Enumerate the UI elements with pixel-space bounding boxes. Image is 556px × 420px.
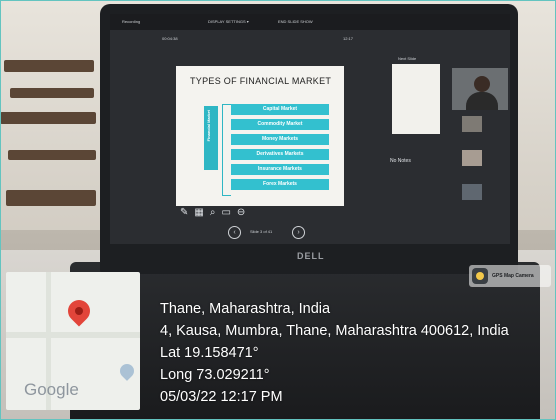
next-slide-button[interactable]: ›: [292, 226, 305, 239]
slide-bar: Money Markets: [231, 134, 329, 145]
desk-bench: [10, 88, 94, 98]
slide-tools: ✎ ▦ ⌕ ▭ ⊖: [180, 207, 251, 218]
dell-logo: DELL: [297, 251, 325, 261]
next-slide-label: Next Slide: [398, 56, 417, 61]
presenter-clock: 12:17: [343, 36, 354, 41]
next-slide-preview: [392, 64, 440, 134]
slide-bar: Forex Markets: [231, 179, 329, 190]
camera-app-name: GPS Map Camera: [492, 273, 534, 279]
pin-center: [73, 305, 85, 317]
geo-caption: Thane, Maharashtra, India 4, Kausa, Mumb…: [160, 298, 509, 408]
current-slide: TYPES OF FINANCIAL MARKET Financial Mark…: [176, 66, 344, 206]
participant-thumbnail[interactable]: [462, 116, 482, 132]
photo-scene: DELL Recording DISPLAY SETTINGS ▾ END SL…: [0, 0, 556, 420]
more-icon[interactable]: ⊖: [237, 207, 245, 218]
slide-bar: Insurance Markets: [231, 164, 329, 175]
participant-head: [474, 76, 490, 92]
pointer-icon[interactable]: ▦: [194, 207, 203, 218]
desk-bench: [8, 150, 96, 160]
display-settings-button[interactable]: DISPLAY SETTINGS ▾: [208, 19, 249, 24]
slide-side-label: Financial Market: [206, 110, 211, 142]
geo-longitude: Long 73.029211°: [160, 367, 270, 383]
video-feed: [452, 68, 508, 110]
laptop-screen: Recording DISPLAY SETTINGS ▾ END SLIDE S…: [110, 14, 510, 244]
geo-latitude: Lat 19.158471°: [160, 345, 259, 361]
camera-app-icon: [472, 268, 488, 284]
map-brand: Google: [24, 380, 79, 399]
slide-bar: Capital Market: [231, 104, 329, 115]
screen-icon[interactable]: ▭: [221, 207, 230, 218]
slide-navigation: ‹ Slide 3 of 41 ›: [228, 226, 306, 239]
slide-side-box: Financial Market: [204, 106, 218, 170]
slide-counter: Slide 3 of 41: [250, 229, 273, 234]
speaker-notes: No Notes: [390, 158, 411, 164]
slide-bar: Commodity Market: [231, 119, 329, 130]
participant-thumbnail[interactable]: [462, 150, 482, 166]
pen-icon[interactable]: ✎: [180, 207, 188, 218]
participant-thumbnail[interactable]: [462, 184, 482, 200]
geo-timestamp: 05/03/22 12:17 PM: [160, 389, 283, 405]
zoom-icon[interactable]: ⌕: [210, 207, 216, 218]
desk-bench: [6, 190, 96, 206]
slide-title: TYPES OF FINANCIAL MARKET: [190, 76, 332, 86]
location-pin-icon: [63, 295, 95, 327]
end-slideshow-button[interactable]: END SLIDE SHOW: [278, 19, 313, 24]
participant-body: [466, 92, 498, 110]
secondary-pin-icon: [117, 361, 137, 381]
desk-bench: [0, 112, 96, 124]
camera-app-badge: GPS Map Camera: [469, 265, 551, 287]
map-thumbnail: Google: [6, 272, 140, 410]
previous-slide-button[interactable]: ‹: [228, 226, 241, 239]
presenter-side-panel: Next Slide No Notes: [388, 52, 510, 244]
desk-bench: [4, 60, 94, 72]
geo-address: 4, Kausa, Mumbra, Thane, Maharashtra 400…: [160, 323, 509, 339]
presenter-toolbar: Recording DISPLAY SETTINGS ▾ END SLIDE S…: [110, 14, 510, 30]
slide-bar: Derivatives Markets: [231, 149, 329, 160]
slide-bracket: [222, 104, 231, 196]
geo-location: Thane, Maharashtra, India: [160, 301, 331, 317]
map-road: [6, 332, 140, 338]
presenter-timer: 00:04:38: [162, 36, 178, 41]
recording-label: Recording: [122, 19, 141, 24]
